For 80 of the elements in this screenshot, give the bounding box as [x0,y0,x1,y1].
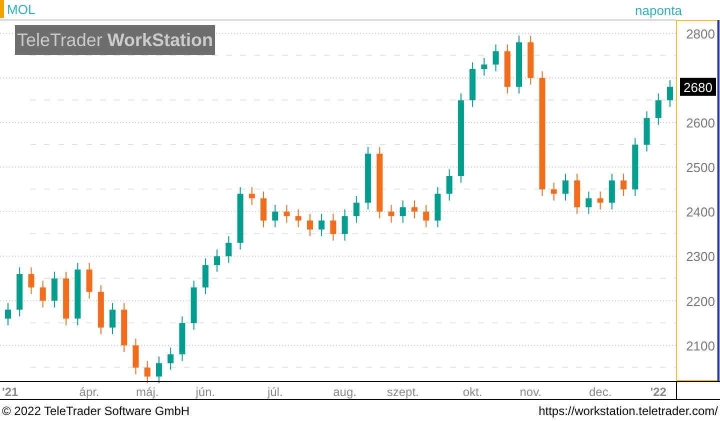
axis-label: nov. [520,385,542,399]
candle [248,186,255,206]
logo: TeleTrader WorkStation [15,25,215,55]
candle [423,204,430,228]
candle [597,191,604,210]
axis-label: okt. [462,385,482,399]
candle [353,196,360,224]
candle [470,62,476,108]
candle [342,208,348,242]
candle [412,200,418,219]
candle [516,35,522,94]
candle [179,316,186,362]
candle [562,173,568,201]
candle [260,191,266,228]
candle [144,360,150,384]
candle [226,236,232,264]
candle [63,271,70,326]
axis-label: 2500 [686,160,715,176]
candle [74,262,81,326]
axis-label: máj. [136,385,159,399]
axis-label: '21 [2,385,18,399]
website-link[interactable]: https://workstation.teletrader.com/ [538,404,718,418]
candle [667,80,673,108]
candle [202,258,208,295]
candle [40,280,46,308]
candle [5,302,11,326]
candle [655,93,662,126]
interval-label: naponta [635,3,682,18]
candle [306,213,313,237]
candle [550,182,557,201]
copyright-text: © 2022 TeleTrader Software GmbH [2,404,190,418]
candle [365,146,372,210]
axis-label: 2300 [686,249,715,264]
candle [434,186,441,228]
candle [110,302,116,335]
candle [330,213,336,242]
price-badge: 2680 [680,78,716,96]
candle [620,173,627,197]
axis-label: dec. [588,385,612,399]
axis-label: aug. [333,385,356,399]
candle [284,204,290,224]
axis-label: 2200 [686,294,715,309]
candle [481,57,488,76]
axis-label: 2800 [686,26,715,42]
candle [388,204,394,224]
candle [632,138,638,197]
candle [156,356,162,384]
candle [132,338,139,375]
candle [28,266,34,295]
candle [608,173,615,210]
candle [492,44,499,72]
axis-label: ápr. [79,385,100,399]
candle [318,213,325,237]
axis-label: jún. [196,385,216,399]
instrument-label: MOL [7,2,36,17]
axis-label: 2600 [686,116,715,130]
candle [446,168,452,201]
candle [51,271,58,308]
candle [272,204,278,228]
candle [644,110,650,152]
candle [190,280,197,330]
candle [98,284,104,335]
axis-label: '22 [650,385,666,399]
candle [574,173,580,214]
axis-label: 2100 [686,338,715,354]
axis-label: 2400 [686,204,715,220]
candle [16,266,23,317]
candle [214,249,220,272]
candle [586,191,592,214]
candle [168,347,174,370]
candle [528,35,534,86]
candle [400,200,406,224]
instrument-marker [0,0,4,18]
candle [121,302,128,353]
axis-label: júl. [267,385,283,399]
candle [86,262,92,300]
candle [295,208,302,228]
axis-label: szept. [386,385,419,399]
candle [504,44,510,94]
candle [237,186,244,250]
